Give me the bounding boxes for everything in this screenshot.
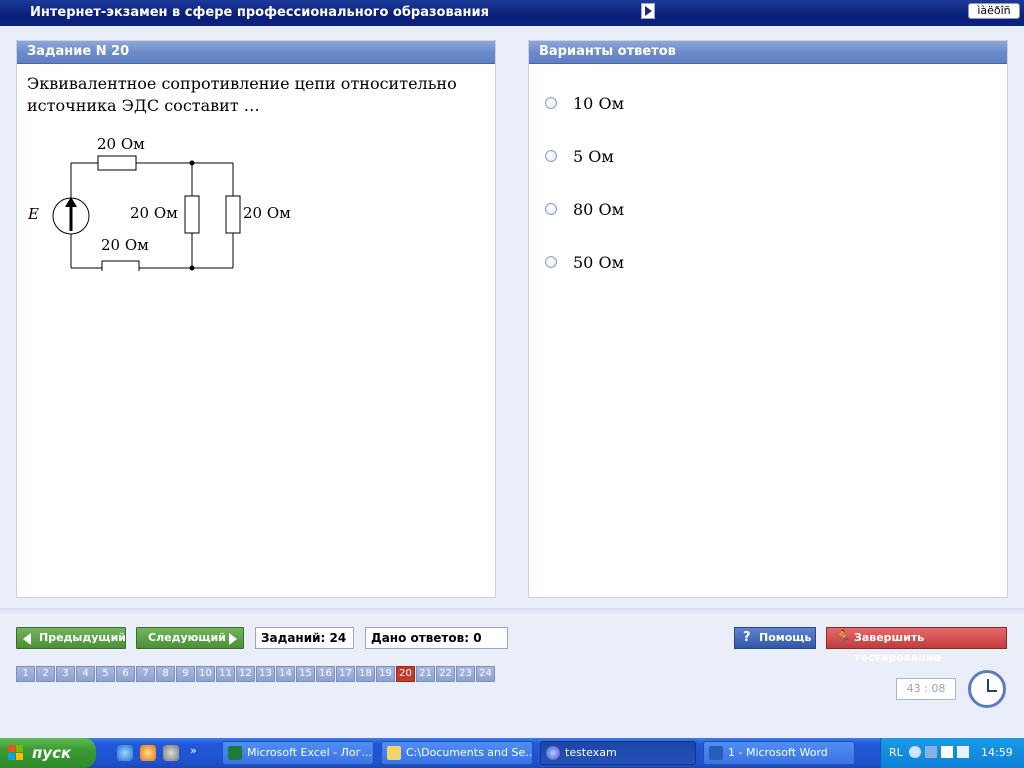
answers-panel: Варианты ответов 10 Ом 5 Ом 80 Ом 50 Ом (528, 40, 1008, 598)
resistor-right (225, 195, 241, 234)
window-titlebar: Интернет-экзамен в сфере профессионально… (0, 0, 1024, 26)
timer-display: 43 : 08 (896, 678, 956, 700)
resistor-top (97, 155, 137, 171)
question-header: Задание N 20 (17, 41, 495, 64)
question-number-21[interactable]: 21 (416, 666, 435, 682)
question-number-22[interactable]: 22 (436, 666, 455, 682)
question-number-strip: 1 2 3 4 5 6 7 8 9 10 11 12 13 14 15 16 17 18 19 20 21 22 23 24 (16, 666, 496, 682)
question-number-1[interactable]: 1 (16, 666, 35, 682)
question-number-16[interactable]: 16 (316, 666, 335, 682)
question-panel: Задание N 20 Эквивалентное сопротивление… (16, 40, 496, 598)
tasks-count: Заданий: 24 (255, 627, 354, 649)
question-number-2[interactable]: 2 (36, 666, 55, 682)
question-number-17[interactable]: 17 (336, 666, 355, 682)
answer-option-2[interactable]: 5 Ом (545, 146, 614, 166)
tray-volume-icon[interactable] (957, 746, 969, 758)
taskbar-item-folder[interactable]: C:\Documents and Se... (381, 741, 533, 765)
media-player-icon[interactable] (140, 745, 156, 761)
answer-option-3[interactable]: 80 Ом (545, 199, 624, 219)
clock-icon (968, 670, 1006, 708)
internet-explorer-icon[interactable] (117, 745, 133, 761)
tray-expand-icon[interactable] (909, 746, 921, 758)
testexam-icon (546, 746, 560, 760)
radio-button[interactable] (545, 203, 557, 215)
question-number-6[interactable]: 6 (116, 666, 135, 682)
exam-main-area: Задание N 20 Эквивалентное сопротивление… (0, 26, 1024, 738)
resistor-bottom (101, 260, 140, 271)
question-number-24[interactable]: 24 (476, 666, 495, 682)
tray-network-icon[interactable] (941, 746, 953, 758)
radio-button[interactable] (545, 97, 557, 109)
question-number-18[interactable]: 18 (356, 666, 375, 682)
resistor-middle (184, 195, 200, 234)
question-number-19[interactable]: 19 (376, 666, 395, 682)
tray-app-icon[interactable] (925, 746, 937, 758)
help-icon: ? (743, 630, 751, 645)
quicklaunch-app-icon[interactable] (163, 745, 179, 761)
question-number-14[interactable]: 14 (276, 666, 295, 682)
label-r-middle: 20 Ом (130, 204, 178, 222)
answer-label: 80 Ом (573, 199, 625, 219)
taskbar-item-testexam[interactable]: testexam (540, 741, 696, 765)
finish-test-button[interactable]: 🏃 Завершить тестирование (826, 627, 1007, 664)
answer-option-1[interactable]: 10 Ом (545, 93, 624, 113)
label-r-bottom: 20 Ом (101, 236, 149, 254)
question-number-20[interactable]: 20 (396, 666, 415, 682)
windows-taskbar: пуск » Microsoft Excel - Лог... C:\Docum… (0, 738, 1024, 768)
window-title: Интернет-экзамен в сфере профессионально… (30, 5, 489, 20)
word-icon (709, 746, 723, 760)
arrow-left-icon (23, 633, 31, 645)
folder-icon (387, 746, 401, 760)
circuit-diagram: E 20 Ом 20 Ом 20 Ом 20 Ом (27, 135, 291, 271)
system-tray: RL 14:59 (880, 738, 1024, 768)
arrow-right-icon (229, 633, 237, 645)
answer-label: 10 Ом (573, 93, 625, 113)
running-man-icon: 🏃 (835, 630, 852, 645)
answers-given-count: Дано ответов: 0 (365, 627, 508, 649)
taskbar-item-word[interactable]: 1 - Microsoft Word (703, 741, 855, 765)
question-number-13[interactable]: 13 (256, 666, 275, 682)
question-number-15[interactable]: 15 (296, 666, 315, 682)
label-source-e: E (27, 205, 39, 223)
question-number-23[interactable]: 23 (456, 666, 475, 682)
answers-header: Варианты ответов (529, 41, 1007, 64)
input-language-indicator[interactable]: RL (889, 746, 903, 759)
question-number-3[interactable]: 3 (56, 666, 75, 682)
question-number-11[interactable]: 11 (216, 666, 235, 682)
question-number-7[interactable]: 7 (136, 666, 155, 682)
next-button[interactable]: Следующий (136, 627, 244, 649)
question-number-9[interactable]: 9 (176, 666, 195, 682)
radio-button[interactable] (545, 150, 557, 162)
excel-icon (228, 746, 242, 760)
radio-button[interactable] (545, 256, 557, 268)
divider (0, 608, 1024, 616)
keyboard-language-indicator[interactable]: ìàëðîñ (968, 3, 1020, 19)
answer-label: 5 Ом (573, 146, 614, 166)
previous-button[interactable]: Предыдущий (16, 627, 126, 649)
taskbar-item-excel[interactable]: Microsoft Excel - Лог... (222, 741, 374, 765)
help-button[interactable]: ? Помощь (734, 627, 816, 649)
question-text: Эквивалентное сопротивление цепи относит… (27, 74, 457, 115)
taskbar-clock: 14:59 (981, 746, 1013, 759)
label-r-right: 20 Ом (243, 204, 291, 222)
windows-logo-icon (8, 745, 23, 760)
question-number-12[interactable]: 12 (236, 666, 255, 682)
answer-option-4[interactable]: 50 Ом (545, 252, 624, 272)
play-arrow-icon[interactable] (641, 3, 655, 19)
answer-label: 50 Ом (573, 252, 625, 272)
question-number-5[interactable]: 5 (96, 666, 115, 682)
question-number-10[interactable]: 10 (196, 666, 215, 682)
start-button[interactable]: пуск (0, 738, 96, 768)
question-number-8[interactable]: 8 (156, 666, 175, 682)
quicklaunch-more-chevron-icon[interactable]: » (190, 744, 197, 757)
label-r-top: 20 Ом (97, 135, 145, 153)
question-number-4[interactable]: 4 (76, 666, 95, 682)
